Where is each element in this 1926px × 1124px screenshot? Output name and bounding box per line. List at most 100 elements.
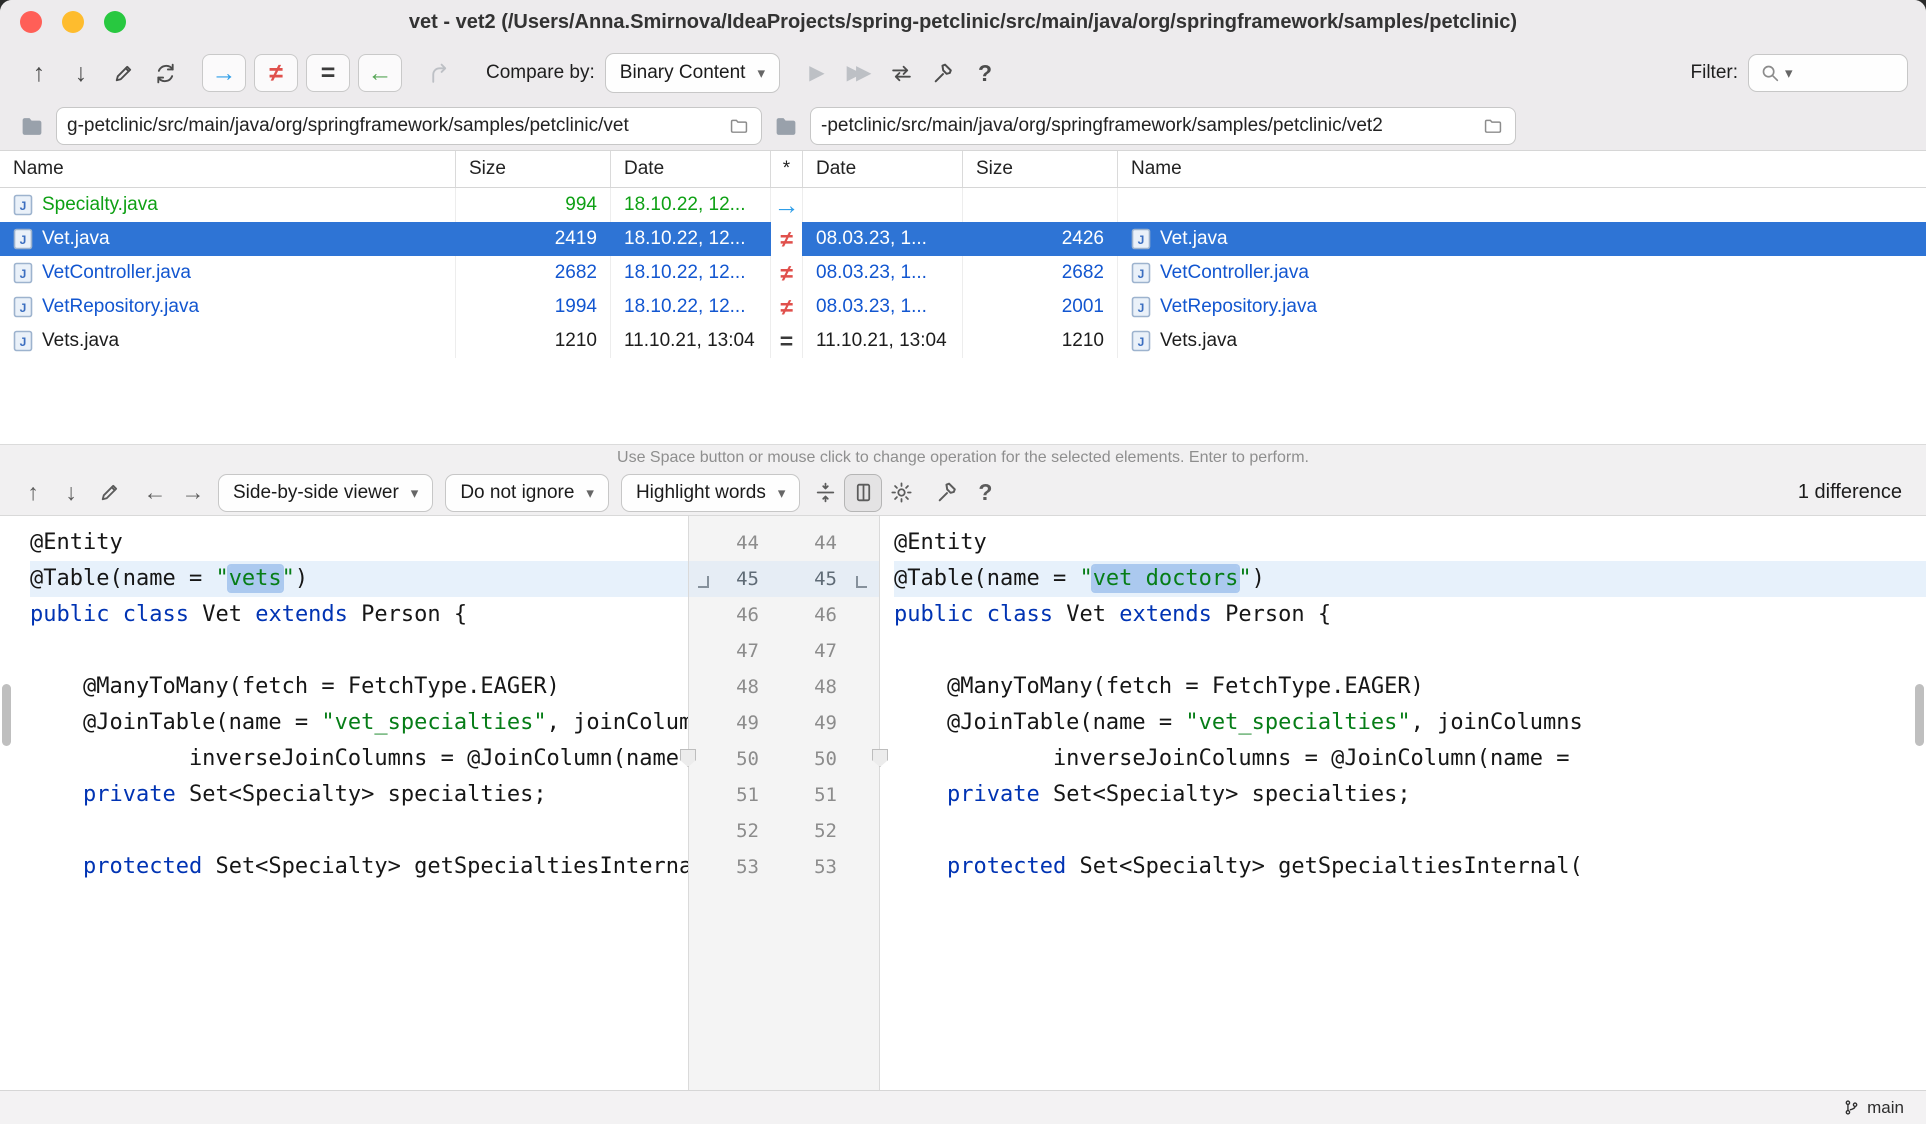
arrow-right-icon: →: [182, 481, 205, 504]
help-icon: ?: [978, 62, 992, 85]
apply-all-button: ▶▶: [838, 53, 880, 93]
left-file-cell: JVets.java: [0, 324, 455, 358]
browse-folder-icon-left[interactable]: [727, 116, 751, 137]
arrow-right-icon: →: [212, 59, 237, 88]
gutter-line-51: 5151: [689, 777, 879, 813]
application-window: vet - vet2 (/Users/Anna.Smirnova/IdeaPro…: [0, 0, 1926, 1124]
right-editor[interactable]: */@Entity@Table(name = "vet doctors")pub…: [880, 516, 1926, 1090]
search-options-chevron-icon: ▾: [1785, 64, 1793, 82]
refresh-button[interactable]: [144, 53, 186, 93]
code-line-52: [30, 813, 688, 849]
not-equal-filter-toggle[interactable]: ≠: [254, 54, 298, 92]
previous-difference-button[interactable]: ↑: [18, 53, 60, 93]
table-row[interactable]: JVetRepository.java199418.10.22, 12...≠0…: [0, 290, 1926, 324]
compare-by-dropdown[interactable]: Binary Content ▾: [605, 53, 780, 93]
hammer-icon: [931, 61, 956, 86]
gutter-line-45: 4545: [689, 561, 879, 597]
tools-button[interactable]: [922, 53, 964, 93]
gutter-line-43: 4343: [689, 516, 879, 525]
viewer-mode-value: Side-by-side viewer: [233, 482, 399, 504]
operation-icon[interactable]: =: [770, 324, 802, 358]
right-path-field[interactable]: -petclinic/src/main/java/org/springframe…: [810, 107, 1516, 145]
left-size-cell: 1210: [455, 324, 610, 358]
help-button[interactable]: ?: [964, 53, 1006, 93]
diff-edit-button[interactable]: [90, 474, 128, 512]
browse-folder-icon-right[interactable]: [1481, 116, 1505, 137]
highlight-mode-value: Highlight words: [636, 482, 766, 504]
table-row[interactable]: JVetController.java268218.10.22, 12...≠0…: [0, 256, 1926, 290]
equal-filter-toggle[interactable]: =: [306, 54, 350, 92]
table-row[interactable]: JVet.java241918.10.22, 12...≠08.03.23, 1…: [0, 222, 1926, 256]
gutter-line-44: 4444: [689, 525, 879, 561]
folder-icon-right: [772, 114, 800, 139]
diff-help-button[interactable]: ?: [966, 474, 1004, 512]
right-scrollbar[interactable]: [1915, 684, 1924, 746]
gutter-line-52: 5252: [689, 813, 879, 849]
column-header-date-left: Date: [610, 151, 770, 187]
not-equal-icon: ≠: [269, 59, 283, 88]
diff-next-change-button[interactable]: ↓: [52, 474, 90, 512]
svg-text:J: J: [1138, 267, 1145, 281]
code-line-43: */: [894, 516, 1926, 525]
git-branch-widget[interactable]: main: [1842, 1098, 1904, 1118]
diff-settings-button[interactable]: [882, 474, 920, 512]
ignore-policy-dropdown[interactable]: Do not ignore ▾: [445, 474, 609, 512]
left-file-cell: JVetController.java: [0, 256, 455, 290]
code-line-45: @Table(name = "vet doctors"): [894, 561, 1926, 597]
hint-text: Use Space button or mouse click to chang…: [617, 449, 1309, 467]
diff-previous-change-button[interactable]: ↑: [14, 474, 52, 512]
operation-icon[interactable]: ≠: [770, 290, 802, 324]
viewer-mode-dropdown[interactable]: Side-by-side viewer ▾: [218, 474, 433, 512]
copy-right-filter-toggle[interactable]: →: [202, 54, 246, 92]
collapse-unchanged-icon: [813, 480, 838, 505]
next-difference-button[interactable]: ↓: [60, 53, 102, 93]
svg-text:J: J: [20, 233, 27, 247]
hammer-icon: [935, 480, 960, 505]
code-line-47: [894, 633, 1926, 669]
svg-text:J: J: [20, 301, 27, 315]
synchronized-scrolling-button[interactable]: [844, 474, 882, 512]
diff-previous-file-button[interactable]: ←: [136, 474, 174, 512]
code-line-48: @ManyToMany(fetch = FetchType.EAGER): [30, 669, 688, 705]
gutter-line-46: 4646: [689, 597, 879, 633]
highlight-mode-dropdown[interactable]: Highlight words ▾: [621, 474, 800, 512]
gutter-line-49: 4949: [689, 705, 879, 741]
code-line-51: private Set<Specialty> specialties;: [894, 777, 1926, 813]
operation-icon[interactable]: ≠: [770, 256, 802, 290]
swap-sync-button[interactable]: [880, 53, 922, 93]
edit-source-button[interactable]: [102, 53, 144, 93]
left-size-cell: 994: [455, 188, 610, 222]
arrow-left-icon: ←: [144, 481, 167, 504]
left-date-cell: 11.10.21, 13:04: [610, 324, 770, 358]
gutter-line-48: 4848: [689, 669, 879, 705]
diff-next-file-button[interactable]: →: [174, 474, 212, 512]
gutter-line-50: 5050: [689, 741, 879, 777]
table-row[interactable]: JSpecialty.java99418.10.22, 12...→: [0, 188, 1926, 222]
left-path-field[interactable]: g-petclinic/src/main/java/org/springfram…: [56, 107, 762, 145]
filter-input[interactable]: [1797, 63, 1883, 84]
left-path-text: g-petclinic/src/main/java/org/springfram…: [67, 115, 719, 137]
column-header-name-right: Name: [1117, 151, 1926, 187]
column-header-size-right: Size: [962, 151, 1117, 187]
table-row[interactable]: JVets.java121011.10.21, 13:04=11.10.21, …: [0, 324, 1926, 358]
left-scrollbar[interactable]: [2, 684, 11, 746]
code-line-51: private Set<Specialty> specialties;: [30, 777, 688, 813]
right-file-cell: [1117, 188, 1926, 222]
operation-icon[interactable]: ≠: [770, 222, 802, 256]
diff-tools-button[interactable]: [928, 474, 966, 512]
zoom-button[interactable]: [104, 11, 126, 33]
merge-button: [418, 53, 460, 93]
svg-text:J: J: [20, 199, 27, 213]
chevron-down-icon: ▾: [757, 64, 765, 82]
swap-arrows-icon: [889, 61, 914, 86]
collapse-unchanged-button[interactable]: [806, 474, 844, 512]
change-marker-right-icon: [856, 576, 867, 588]
copy-left-filter-toggle[interactable]: ←: [358, 54, 402, 92]
java-file-icon: J: [1131, 262, 1151, 284]
minimize-button[interactable]: [62, 11, 84, 33]
operation-icon[interactable]: →: [770, 188, 802, 222]
close-button[interactable]: [20, 11, 42, 33]
filter-search-box[interactable]: ▾: [1748, 54, 1908, 92]
left-editor[interactable]: */@Entity@Table(name = "vets")public cla…: [0, 516, 688, 1090]
code-line-52: [894, 813, 1926, 849]
